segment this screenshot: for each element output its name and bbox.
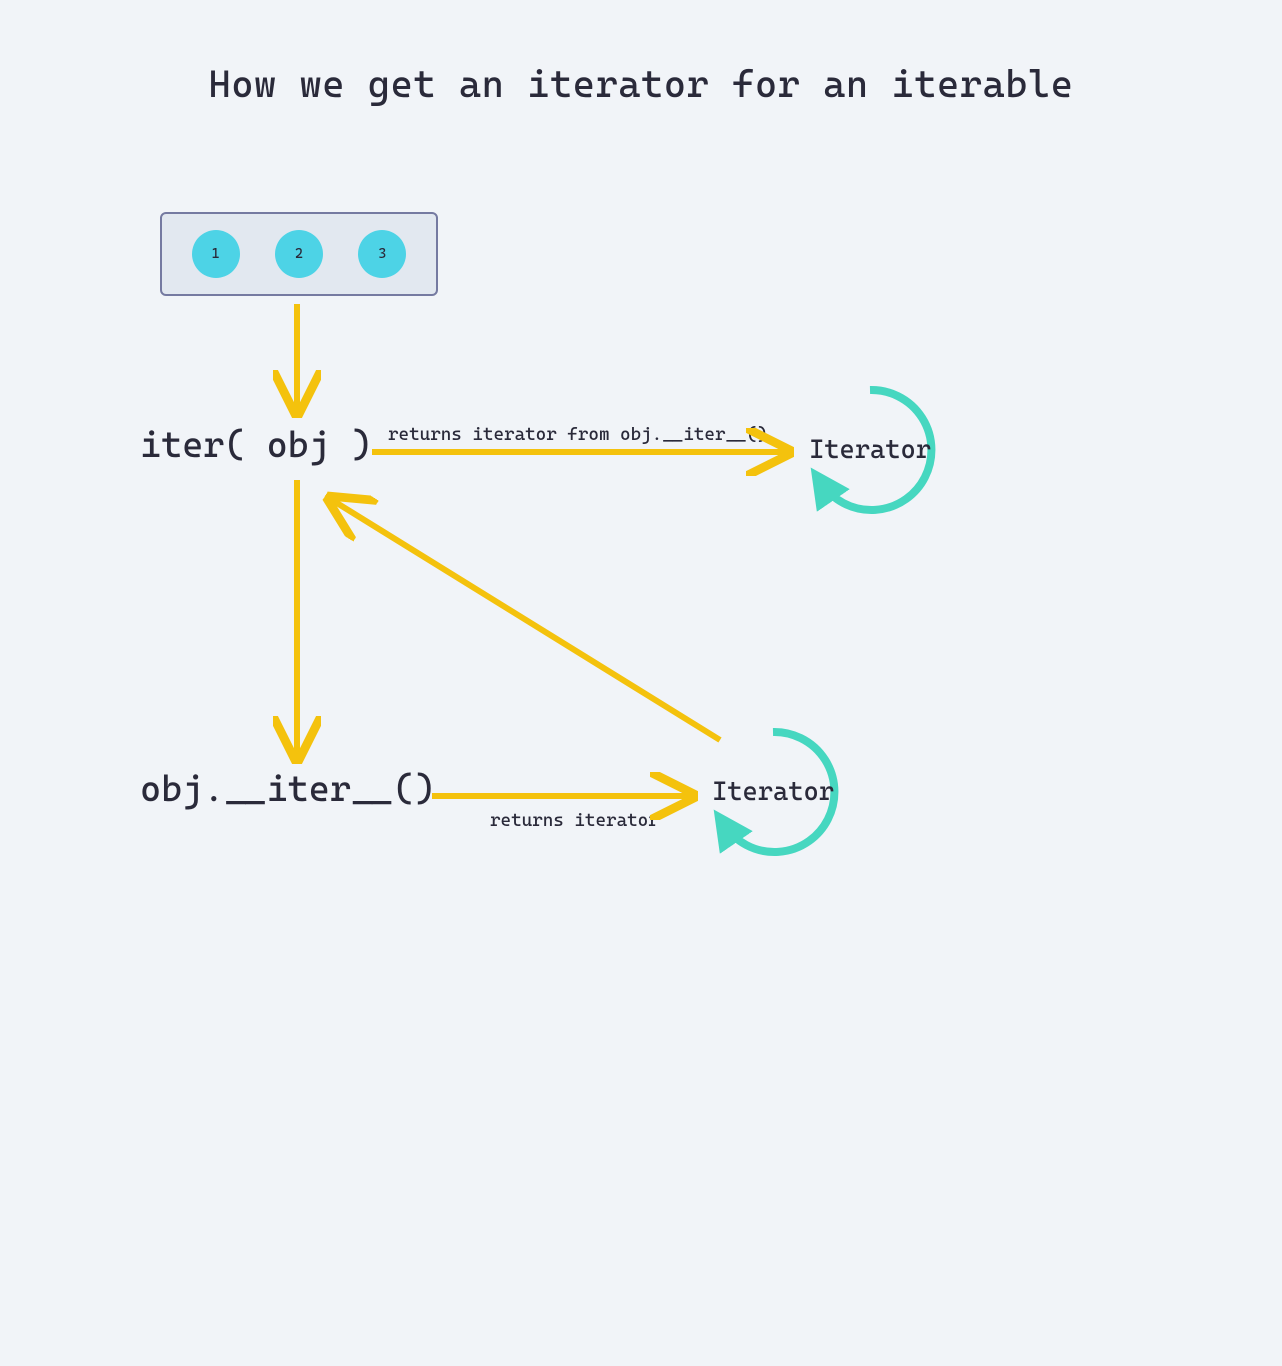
dunder-iter-node: obj.__iter__()	[140, 769, 435, 810]
iterator-label: Iterator	[800, 380, 940, 520]
diagram-title: How we get an iterator for an iterable	[0, 62, 1282, 106]
iterator-badge: Iterator	[703, 722, 843, 862]
iterable-item: 2	[275, 230, 323, 278]
arrow-caption-dunder-to-iterator: returns iterator	[490, 810, 659, 831]
arrow-caption-iter-to-iterator: returns iterator from obj.__iter__()	[388, 424, 768, 445]
arrow-layer	[0, 0, 1282, 1366]
iterable-item: 3	[358, 230, 406, 278]
iterator-badge: Iterator	[800, 380, 940, 520]
iterator-label: Iterator	[703, 722, 843, 862]
iterable-item: 1	[192, 230, 240, 278]
iter-call-node: iter( obj )	[140, 425, 372, 466]
iterable-box: 1 2 3	[160, 212, 438, 296]
